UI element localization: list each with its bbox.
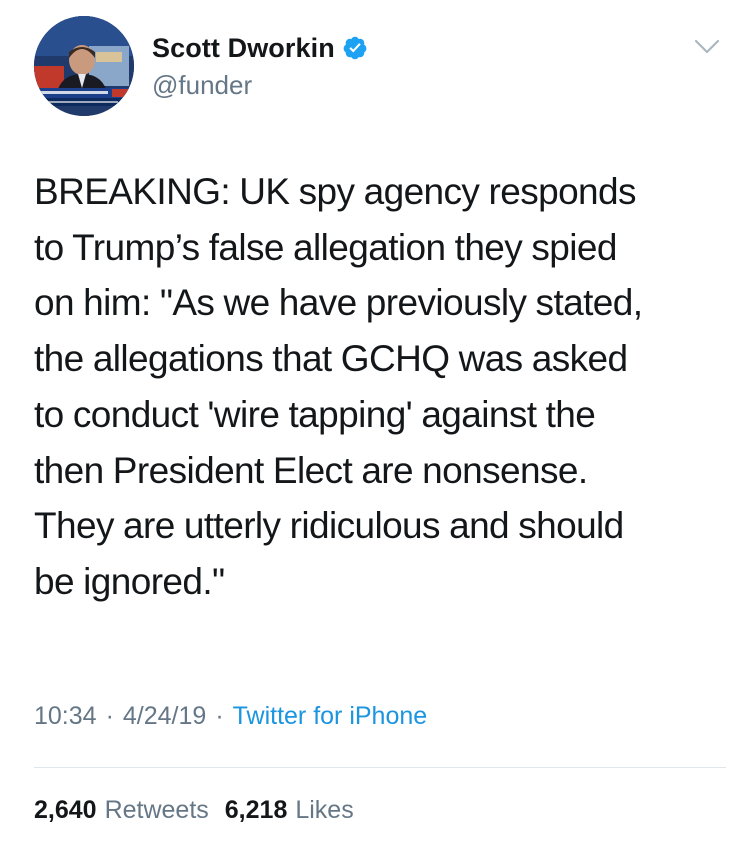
tweet-source-link[interactable]: Twitter for iPhone xyxy=(233,702,428,731)
verified-badge-icon xyxy=(342,35,368,61)
likes-label: Likes xyxy=(295,796,354,824)
retweets-count: 2,640 xyxy=(34,796,97,824)
tweet-card: Scott Dworkin @funder BREAKING: UK spy a… xyxy=(0,0,750,850)
retweets-label: Retweets xyxy=(104,796,209,824)
meta-separator: · xyxy=(105,702,114,730)
avatar[interactable] xyxy=(34,16,134,116)
display-name[interactable]: Scott Dworkin xyxy=(152,33,335,64)
tweet-date[interactable]: 4/24/19 xyxy=(123,702,206,731)
likes-stat[interactable]: 6,218 Likes xyxy=(225,796,354,825)
meta-separator: · xyxy=(215,702,224,730)
user-handle[interactable]: @funder xyxy=(152,70,252,101)
likes-count: 6,218 xyxy=(224,796,288,824)
chevron-down-icon[interactable] xyxy=(694,38,720,56)
tweet-stats: 2,640 Retweets 6,218 Likes xyxy=(34,796,354,825)
tweet-time[interactable]: 10:34 xyxy=(34,702,97,731)
profile-photo xyxy=(34,16,134,116)
name-row: Scott Dworkin xyxy=(152,32,368,64)
tweet-text: BREAKING: UK spy agency responds to Trum… xyxy=(34,171,643,602)
divider xyxy=(34,767,726,768)
retweets-stat[interactable]: 2,640 Retweets xyxy=(34,796,209,825)
tweet-meta: 10:34 · 4/24/19 · Twitter for iPhone xyxy=(34,702,427,731)
